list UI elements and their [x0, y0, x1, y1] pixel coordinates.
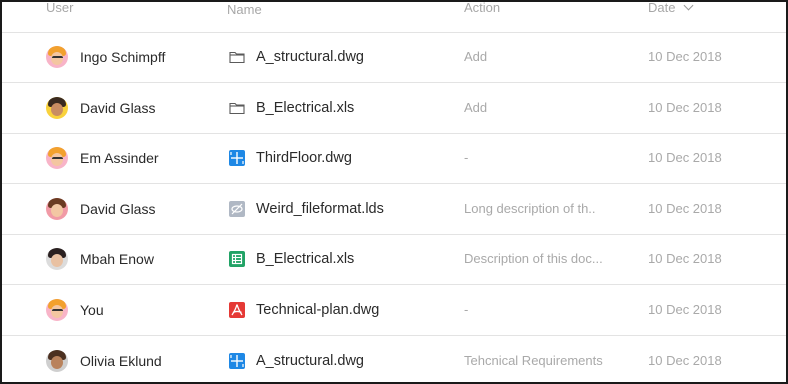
user-name: Mbah Enow: [80, 251, 154, 268]
file-activity-table: User Name Action Date Ingo Schimpff A_st…: [0, 0, 788, 384]
date-text: 10 Dec 2018: [648, 150, 722, 166]
avatar: [46, 96, 68, 119]
avatar: [46, 147, 68, 170]
avatar: [46, 349, 68, 372]
file-name[interactable]: Weird_fileformat.lds: [256, 184, 384, 234]
date-text: 10 Dec 2018: [648, 200, 722, 216]
user-name: David Glass: [80, 200, 156, 217]
blueprint-icon: [229, 150, 245, 167]
table-row[interactable]: Ingo Schimpff A_structural.dwg Add 10 De…: [2, 32, 786, 83]
action-text: Tehcnical Requirements: [464, 352, 603, 368]
spreadsheet-icon: [229, 251, 245, 268]
avatar: [46, 248, 68, 271]
file-name[interactable]: ThirdFloor.dwg: [256, 133, 352, 183]
action-text: -: [464, 302, 469, 317]
hidden-file-icon: [229, 200, 245, 217]
user-name: Ingo Schimpff: [80, 49, 166, 65]
table-header: User Name Action Date: [2, 0, 786, 33]
file-name[interactable]: B_Electrical.xls: [256, 83, 354, 133]
date-text: 10 Dec 2018: [648, 99, 722, 115]
column-header-user[interactable]: User: [46, 2, 73, 20]
file-name[interactable]: A_structural.dwg: [256, 336, 364, 382]
table-row[interactable]: Mbah Enow B_Electrical.xls Description o…: [2, 234, 786, 286]
date-text: 10 Dec 2018: [648, 352, 722, 368]
action-text: Long description of th..: [464, 200, 596, 216]
folder-icon: [229, 100, 245, 116]
date-text: 10 Dec 2018: [648, 251, 722, 267]
action-text: Add: [464, 49, 488, 64]
file-name[interactable]: B_Electrical.xls: [256, 234, 354, 284]
avatar: [46, 46, 68, 68]
action-text: Add: [464, 99, 488, 115]
file-name[interactable]: A_structural.dwg: [256, 32, 364, 82]
user-name: You: [80, 302, 104, 318]
chevron-down-icon[interactable]: [684, 2, 694, 11]
user-name: Olivia Eklund: [80, 352, 162, 369]
table-row[interactable]: You Technical-plan.dwg - 10 Dec 2018: [2, 285, 786, 336]
avatar: [46, 197, 68, 220]
folder-icon: [229, 49, 245, 65]
date-text: 10 Dec 2018: [648, 49, 722, 64]
blueprint-icon: [229, 352, 245, 369]
table-row[interactable]: David Glass B_Electrical.xls Add 10 Dec …: [2, 83, 786, 134]
column-header-name[interactable]: Name: [227, 2, 262, 22]
file-name[interactable]: Technical-plan.dwg: [256, 285, 379, 335]
date-text: 10 Dec 2018: [648, 302, 722, 317]
action-text: -: [464, 150, 469, 166]
column-header-date[interactable]: Date: [648, 0, 694, 20]
pdf-icon: [229, 302, 245, 318]
user-name: Em Assinder: [80, 150, 159, 167]
action-text: Description of this doc...: [464, 251, 603, 267]
table-row[interactable]: David Glass Weird_fileformat.lds Long de…: [2, 184, 786, 235]
column-header-action[interactable]: Action: [464, 2, 500, 20]
table-row[interactable]: Olivia Eklund A_structural.dwg Tehcnical…: [2, 336, 786, 382]
avatar: [46, 299, 68, 321]
table-row[interactable]: Em Assinder ThirdFloor.dwg - 10 Dec 2018: [2, 133, 786, 185]
column-header-date-label: Date: [648, 0, 676, 15]
user-name: David Glass: [80, 99, 156, 116]
